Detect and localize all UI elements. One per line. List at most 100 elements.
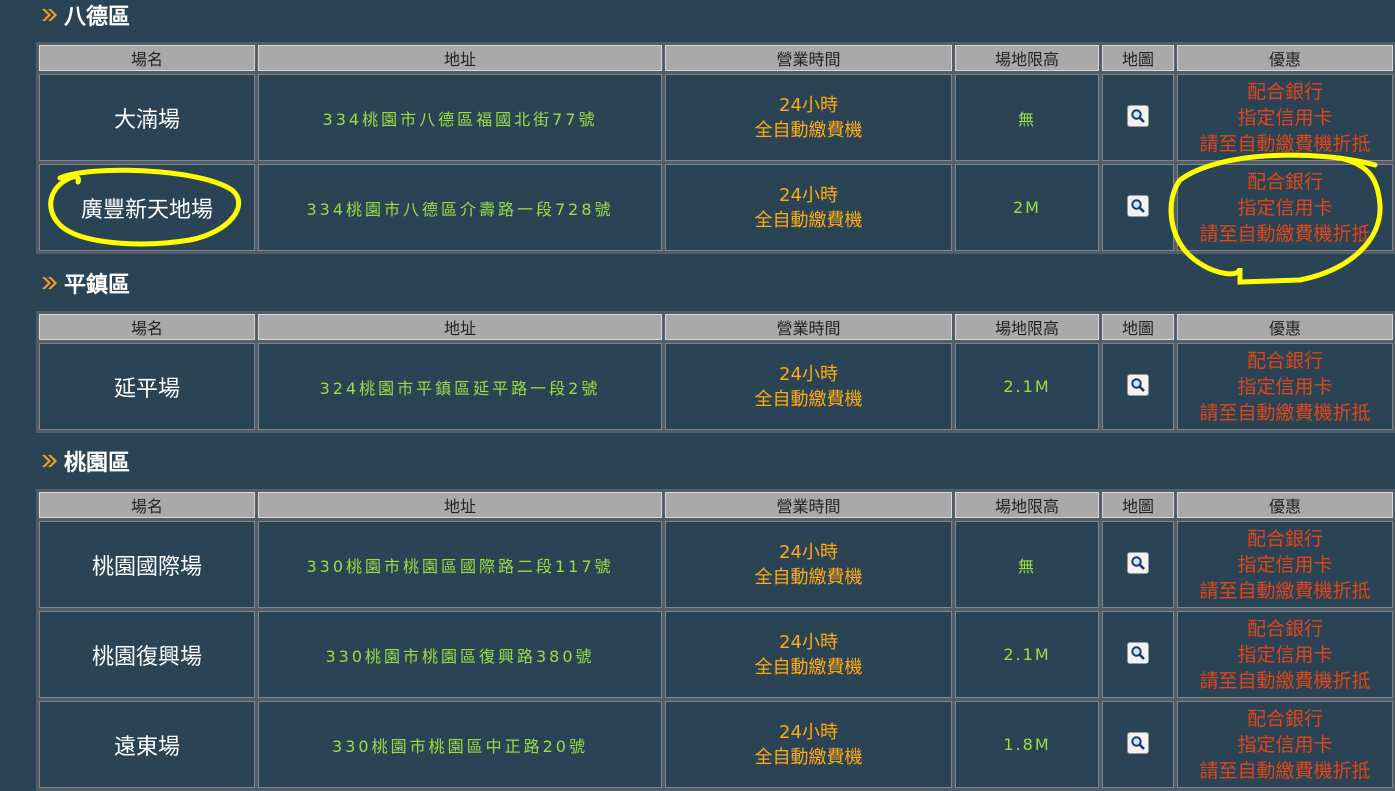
section-title-taoyuan: 桃園區 bbox=[40, 446, 130, 476]
section-title-text: 八德區 bbox=[64, 5, 131, 30]
lot-promo: 配合銀行 指定信用卡 請至自動繳費機折抵 bbox=[1177, 164, 1393, 251]
promo-line: 指定信用卡 bbox=[1237, 106, 1333, 129]
map-cell bbox=[1102, 164, 1174, 251]
lot-height-limit: 無 bbox=[955, 521, 1099, 608]
promo-line: 請至自動繳費機折抵 bbox=[1199, 222, 1371, 245]
double-chevron-icon bbox=[42, 277, 57, 289]
lot-height-limit: 2.1M bbox=[955, 343, 1099, 430]
lot-address: 330桃園市桃園區國際路二段117號 bbox=[258, 521, 662, 608]
hours-line: 24小時 bbox=[779, 541, 838, 563]
parking-table-pingzhen: 場名 地址 營業時間 場地限高 地圖 優惠 延平場 324桃園市平鎮區延平路一段… bbox=[36, 311, 1395, 433]
promo-line: 配合銀行 bbox=[1246, 349, 1323, 372]
map-button[interactable] bbox=[1127, 551, 1149, 574]
header-address: 地址 bbox=[258, 45, 662, 71]
lot-name: 廣豐新天地場 bbox=[39, 164, 255, 251]
map-cell bbox=[1102, 74, 1174, 161]
header-address: 地址 bbox=[258, 314, 662, 340]
header-hours: 營業時間 bbox=[665, 314, 952, 340]
header-name: 場名 bbox=[39, 314, 255, 340]
header-map: 地圖 bbox=[1102, 45, 1174, 71]
section-title-text: 平鎮區 bbox=[64, 273, 131, 298]
magnifier-icon bbox=[1131, 198, 1145, 213]
lot-hours: 24小時全自動繳費機 bbox=[665, 343, 952, 430]
map-cell bbox=[1102, 521, 1174, 608]
lot-promo: 配合銀行指定信用卡請至自動繳費機折抵 bbox=[1177, 701, 1393, 788]
hours-line: 全自動繳費機 bbox=[754, 209, 863, 231]
table-header-row: 場名 地址 營業時間 場地限高 地圖 優惠 bbox=[39, 314, 1393, 340]
map-button[interactable] bbox=[1127, 104, 1149, 127]
lot-address: 330桃園市桃園區中正路20號 bbox=[258, 701, 662, 788]
magnifier-icon bbox=[1131, 645, 1145, 660]
promo-line: 配合銀行 bbox=[1246, 617, 1323, 640]
table-row: 大湳場 334桃園市八德區福國北街77號 24小時 全自動繳費機 無 配合銀行 指定… bbox=[39, 74, 1393, 161]
magnifier-icon bbox=[1131, 735, 1145, 750]
hours-line: 24小時 bbox=[779, 721, 838, 743]
hours-line: 24小時 bbox=[779, 631, 838, 653]
promo-line: 請至自動繳費機折抵 bbox=[1199, 132, 1371, 155]
promo-line: 指定信用卡 bbox=[1237, 733, 1333, 756]
table-row: 遠東場 330桃園市桃園區中正路20號 24小時全自動繳費機 1.8M 配合銀行… bbox=[39, 701, 1393, 788]
section-title-pingzhen: 平鎮區 bbox=[40, 268, 130, 298]
parking-table-taoyuan: 場名 地址 營業時間 場地限高 地圖 優惠 桃園國際場 330桃園市桃園區國際路… bbox=[36, 489, 1395, 791]
map-button[interactable] bbox=[1127, 731, 1149, 754]
header-name: 場名 bbox=[39, 45, 255, 71]
hours-line: 全自動繳費機 bbox=[754, 656, 863, 678]
hours-line: 全自動繳費機 bbox=[754, 746, 863, 768]
promo-line: 請至自動繳費機折抵 bbox=[1199, 759, 1371, 782]
promo-line: 指定信用卡 bbox=[1237, 643, 1333, 666]
table-row: 桃園復興場 330桃園市桃園區復興路380號 24小時 全自動繳費機 2.1M 配… bbox=[39, 611, 1393, 698]
table-header-row: 場名 地址 營業時間 場地限高 地圖 優惠 bbox=[39, 492, 1393, 518]
hours-line: 24小時 bbox=[779, 184, 838, 206]
hours-line: 全自動繳費機 bbox=[754, 566, 863, 588]
map-button[interactable] bbox=[1127, 641, 1149, 664]
lot-height-limit: 1.8M bbox=[955, 701, 1099, 788]
double-chevron-icon bbox=[42, 9, 57, 21]
lot-name: 桃園國際場 bbox=[39, 521, 255, 608]
lot-height-limit: 2M bbox=[955, 164, 1099, 251]
parking-table-bade: 場名 地址 營業時間 場地限高 地圖 優惠 大湳場 334桃園市八德區福國北街7… bbox=[36, 42, 1395, 254]
lot-height-limit: 無 bbox=[955, 74, 1099, 161]
lot-promo: 配合銀行指定信用卡請至自動繳費機折抵 bbox=[1177, 74, 1393, 161]
header-address: 地址 bbox=[258, 492, 662, 518]
lot-promo: 配合銀行指定信用卡請至自動繳費機折抵 bbox=[1177, 611, 1393, 698]
header-map: 地圖 bbox=[1102, 492, 1174, 518]
header-promo: 優惠 bbox=[1177, 492, 1393, 518]
hours-line: 24小時 bbox=[779, 94, 838, 116]
lot-name: 遠東場 bbox=[39, 701, 255, 788]
table-header-row: 場名 地址 營業時間 場地限高 地圖 優惠 bbox=[39, 45, 1393, 71]
lot-address: 330桃園市桃園區復興路380號 bbox=[258, 611, 662, 698]
lot-promo: 配合銀行指定信用卡請至自動繳費機折抵 bbox=[1177, 521, 1393, 608]
lot-promo: 配合銀行 指定信用卡 請至自動繳費機折抵 bbox=[1177, 343, 1393, 430]
table-row: 延平場 324桃園市平鎮區延平路一段2號 24小時 全自動繳費機 2.1M 配合銀… bbox=[39, 343, 1393, 430]
lot-hours: 24小時全自動繳費機 bbox=[665, 74, 952, 161]
header-promo: 優惠 bbox=[1177, 314, 1393, 340]
hours-line: 全自動繳費機 bbox=[754, 119, 863, 141]
map-button[interactable] bbox=[1127, 373, 1149, 396]
hours-line: 24小時 bbox=[779, 363, 838, 385]
header-height-limit: 場地限高 bbox=[955, 314, 1099, 340]
section-title-text: 桃園區 bbox=[64, 451, 131, 476]
header-height-limit: 場地限高 bbox=[955, 45, 1099, 71]
promo-line: 配合銀行 bbox=[1246, 707, 1323, 730]
promo-line: 請至自動繳費機折抵 bbox=[1199, 579, 1371, 602]
map-cell bbox=[1102, 701, 1174, 788]
promo-line: 請至自動繳費機折抵 bbox=[1199, 669, 1371, 692]
promo-line: 配合銀行 bbox=[1246, 527, 1323, 550]
lot-address: 324桃園市平鎮區延平路一段2號 bbox=[258, 343, 662, 430]
promo-line: 配合銀行 bbox=[1246, 80, 1323, 103]
magnifier-icon bbox=[1131, 555, 1145, 570]
hours-line: 全自動繳費機 bbox=[754, 388, 863, 410]
header-height-limit: 場地限高 bbox=[955, 492, 1099, 518]
table-row: 桃園國際場 330桃園市桃園區國際路二段117號 24小時全自動繳費機 無 配合… bbox=[39, 521, 1393, 608]
lot-address: 334桃園市八德區福國北街77號 bbox=[258, 74, 662, 161]
lot-hours: 24小時全自動繳費機 bbox=[665, 521, 952, 608]
map-button[interactable] bbox=[1127, 194, 1149, 217]
header-hours: 營業時間 bbox=[665, 492, 952, 518]
lot-height-limit: 2.1M bbox=[955, 611, 1099, 698]
promo-line: 指定信用卡 bbox=[1237, 553, 1333, 576]
header-promo: 優惠 bbox=[1177, 45, 1393, 71]
promo-line: 配合銀行 bbox=[1246, 170, 1323, 193]
section-title-bade: 八德區 bbox=[40, 0, 130, 30]
table-row: 廣豐新天地場 334桃園市八德區介壽路一段728號 24小時 全自動繳費機 2M … bbox=[39, 164, 1393, 251]
lot-address: 334桃園市八德區介壽路一段728號 bbox=[258, 164, 662, 251]
